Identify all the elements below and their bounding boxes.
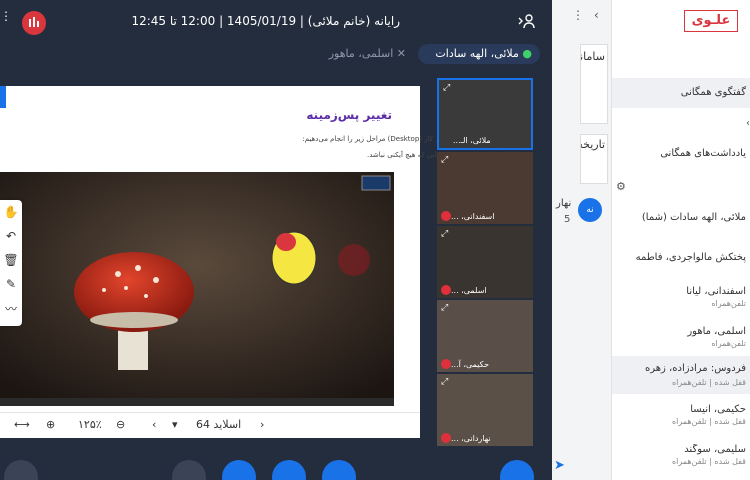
conference-main: ⋮ رایانه (خانم ملائی) | 1405/01/19 | 12:…	[0, 0, 552, 480]
slide-dropdown-icon[interactable]: ▾	[172, 418, 178, 431]
video-button[interactable]	[222, 460, 256, 480]
gear-icon[interactable]: ⚙	[616, 180, 626, 193]
next-slide-icon[interactable]: ›	[260, 418, 264, 431]
video-name: ملائی، الـ...	[453, 136, 491, 145]
top-bar: ⋮ رایانه (خانم ملائی) | 1405/01/19 | 12:…	[0, 0, 552, 42]
prev-slide-icon[interactable]: ‹	[152, 418, 156, 431]
history-card[interactable]: تاریخچه گردید	[580, 134, 608, 184]
collapse-icon[interactable]: ‹	[594, 8, 599, 22]
list-item[interactable]: حکیمی، آنیسا قفل شده | تلفن‌همراه	[612, 404, 750, 428]
list-item[interactable]: اسلمی، ماهور تلفن‌همراه	[612, 326, 750, 350]
mic-off-icon	[441, 211, 451, 221]
hand-tool-icon[interactable]: ✋	[0, 200, 22, 224]
list-item[interactable]: اسفندانی، لیانا تلفن‌همراه	[612, 286, 750, 310]
video-strip: ⤢ ملائی، الـ... ⤢ اسفندانی، ... ⤢ اسلمی،…	[434, 74, 536, 450]
expand-icon[interactable]: ⤢	[441, 377, 448, 387]
active-speaker-name: ملائی، الهه سادات	[435, 47, 519, 60]
slide-controls: ⟷ ⊕ ۱۲۵٪ ⊖ ‹ ▾ اسلاید 64 ›	[0, 412, 420, 438]
user-icon[interactable]	[517, 13, 535, 29]
video-tile[interactable]: ⤢ اسلمی، ...	[437, 226, 533, 298]
zoom-level: ۱۲۵٪	[78, 418, 102, 431]
undo-icon[interactable]: ↶	[0, 224, 22, 248]
slide-accent-bar	[0, 86, 6, 108]
mic-on-icon: ●	[522, 47, 532, 60]
badge-text: نهار	[556, 198, 572, 209]
collapse-icon[interactable]: ‹	[746, 118, 750, 129]
slide-mushroom-image	[0, 172, 394, 406]
expand-icon[interactable]: ⤢	[441, 303, 448, 313]
avatar[interactable]: نه	[578, 198, 602, 222]
mic-button[interactable]	[322, 460, 356, 480]
hand-raise-button[interactable]	[4, 460, 38, 480]
video-name: حکیمی، آ...	[451, 360, 490, 369]
mic-off-icon: ✕	[396, 47, 406, 60]
expand-icon[interactable]: ⤢	[441, 155, 448, 165]
badge-count: 5	[564, 214, 571, 225]
mic-off-icon	[441, 285, 451, 295]
mic-off-icon	[441, 359, 451, 369]
add-button[interactable]	[500, 460, 534, 480]
list-item[interactable]: پختکش مالواجردی، فاطمه	[612, 250, 750, 266]
action-bar	[0, 450, 552, 480]
line-tool-icon[interactable]: 〰	[0, 296, 22, 320]
video-tile[interactable]: ⤢ حکیمی، آ...	[437, 300, 533, 372]
fit-width-icon[interactable]: ⟷	[14, 418, 30, 431]
annotation-toolbar: ✋ ↶ 🗑 ✎ 〰	[0, 200, 22, 326]
slide-title: تغییر پس‌زمینه	[306, 108, 392, 122]
video-name: اسفندانی، ...	[451, 212, 495, 221]
participants-panel: گفتگوی همگانی ‹ یادداشت‌های همگانی ⚙ ملا…	[612, 0, 750, 480]
list-item[interactable]: گفتگوی همگانی	[612, 78, 750, 108]
list-item[interactable]: ملائی، الهه سادات (شما)	[612, 210, 750, 226]
screen-share-button[interactable]	[172, 460, 206, 480]
video-name: نهاردانی، ...	[451, 434, 491, 443]
presenter-bar: ● ملائی، الهه سادات ✕ اسلمی، ماهور	[0, 42, 552, 66]
brand-logo: علـوی	[684, 10, 738, 32]
video-tile[interactable]: ⤢ اسفندانی، ...	[437, 152, 533, 224]
send-icon[interactable]: ➤	[554, 458, 572, 476]
muted-speaker-pill[interactable]: ✕ اسلمی، ماهور	[312, 44, 414, 64]
zoom-out-icon[interactable]: ⊖	[116, 418, 125, 431]
muted-speaker-name: اسلمی، ماهور	[328, 47, 394, 60]
more-icon[interactable]: ⋮	[572, 8, 584, 22]
trash-icon[interactable]: 🗑	[0, 248, 22, 272]
info-card[interactable]: سامانه مؤسسه Center	[580, 44, 608, 124]
page-title: رایانه (خانم ملائی) | 1405/01/19 | 12:00…	[131, 14, 400, 28]
video-tile[interactable]: ⤢ ملائی، الـ...	[437, 78, 533, 150]
slide-number[interactable]: اسلاید 64	[196, 418, 241, 431]
app-root: ⋮ رایانه (خانم ملائی) | 1405/01/19 | 12:…	[0, 0, 750, 480]
phone-button[interactable]	[272, 460, 306, 480]
expand-icon[interactable]: ⤢	[441, 229, 448, 239]
menu-dots-icon[interactable]: ⋮	[0, 10, 12, 28]
active-speaker-pill[interactable]: ● ملائی، الهه سادات	[418, 44, 540, 64]
zoom-in-icon[interactable]: ⊕	[46, 418, 55, 431]
list-item[interactable]: سلیمی، سوگند قفل شده | تلفن‌همراه	[612, 444, 750, 468]
pen-icon[interactable]: ✎	[0, 272, 22, 296]
video-name: اسلمی، ...	[451, 286, 487, 295]
bars-logo-icon[interactable]	[22, 11, 46, 35]
expand-icon[interactable]: ⤢	[443, 83, 450, 93]
list-item[interactable]: فردوس: مرادزاده، زهره قفل شده | تلفن‌همرا…	[612, 356, 750, 394]
mic-off-icon	[441, 433, 451, 443]
video-tile[interactable]: ⤢ نهاردانی، ...	[437, 374, 533, 446]
list-item[interactable]: یادداشت‌های همگانی	[612, 146, 750, 162]
